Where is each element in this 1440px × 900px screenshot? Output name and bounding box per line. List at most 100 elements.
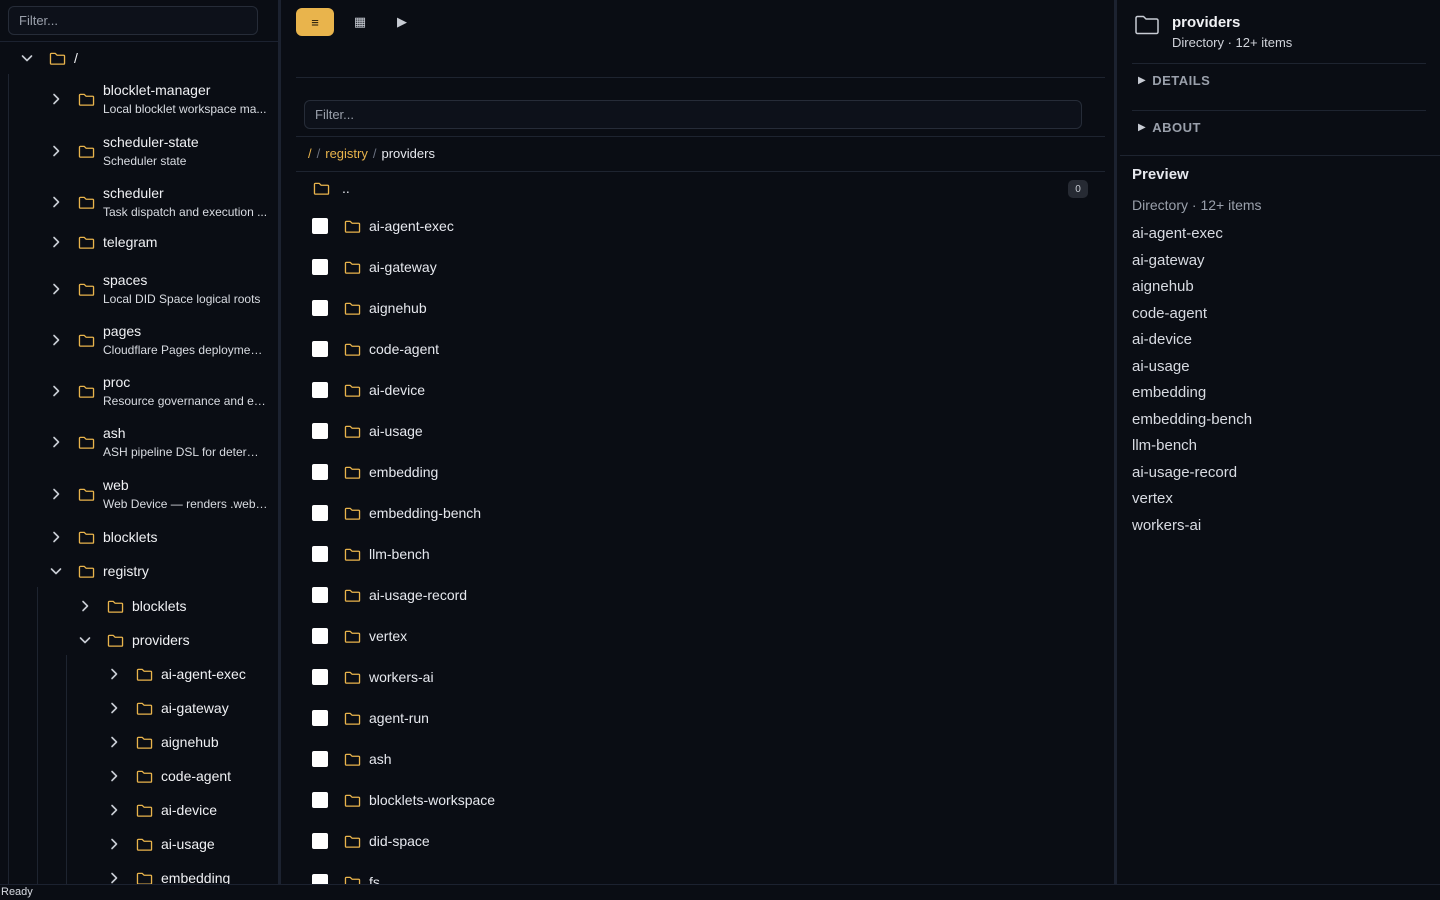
tree-item-pages[interactable]: pages Cloudflare Pages deployment... [49, 323, 278, 357]
preview-item[interactable]: ai-usage-record [1132, 463, 1252, 490]
chevron-right-icon[interactable] [78, 599, 92, 613]
file-row[interactable]: vertex [312, 626, 407, 646]
tree-item-blocklets[interactable]: blocklets [49, 529, 278, 545]
preview-item[interactable]: ai-agent-exec [1132, 224, 1252, 251]
row-checkbox[interactable] [312, 464, 328, 480]
preview-item[interactable]: code-agent [1132, 304, 1252, 331]
row-checkbox[interactable] [312, 218, 328, 234]
chevron-right-icon[interactable] [49, 530, 63, 544]
file-row[interactable]: embedding [312, 462, 438, 482]
preview-item[interactable]: embedding-bench [1132, 410, 1252, 437]
tree-item-registry-blocklets[interactable]: blocklets [78, 598, 278, 614]
file-row[interactable]: ai-device [312, 380, 425, 400]
file-row[interactable]: code-agent [312, 339, 439, 359]
chevron-right-icon[interactable] [107, 871, 121, 884]
row-checkbox[interactable] [312, 587, 328, 603]
file-row[interactable]: ai-gateway [312, 257, 437, 277]
details-section-toggle[interactable]: ▶ DETAILS [1138, 73, 1210, 88]
file-row[interactable]: fs [312, 872, 380, 884]
breadcrumb-registry[interactable]: registry [325, 146, 368, 161]
row-checkbox[interactable] [312, 546, 328, 562]
file-row[interactable]: embedding-bench [312, 503, 481, 523]
row-checkbox[interactable] [312, 341, 328, 357]
file-row[interactable]: ai-agent-exec [312, 216, 454, 236]
row-checkbox[interactable] [312, 505, 328, 521]
chevron-right-icon[interactable] [107, 837, 121, 851]
file-row[interactable]: ai-usage-record [312, 585, 467, 605]
row-checkbox[interactable] [312, 382, 328, 398]
tree-item-ash[interactable]: ash ASH pipeline DSL for determi... [49, 425, 278, 459]
tree-item-scheduler[interactable]: scheduler Task dispatch and execution ... [49, 185, 278, 219]
tree-item-provider-ai-device[interactable]: ai-device [107, 802, 278, 818]
tree-item-root[interactable]: / [20, 50, 278, 66]
chevron-right-icon[interactable] [107, 769, 121, 783]
sidebar-filter-input[interactable] [8, 6, 258, 35]
row-checkbox[interactable] [312, 833, 328, 849]
chevron-right-icon[interactable] [49, 195, 63, 209]
row-checkbox[interactable] [312, 259, 328, 275]
chevron-right-icon[interactable] [107, 803, 121, 817]
tree-item-proc[interactable]: proc Resource governance and ex... [49, 374, 278, 408]
tree-item-provider-ai-agent-exec[interactable]: ai-agent-exec [107, 666, 278, 682]
row-checkbox[interactable] [312, 751, 328, 767]
tree-item-provider-embedding[interactable]: embedding [107, 870, 278, 884]
chevron-down-icon[interactable] [20, 51, 34, 65]
file-row[interactable]: workers-ai [312, 667, 434, 687]
tree-item-provider-code-agent[interactable]: code-agent [107, 768, 278, 784]
preview-item[interactable]: ai-device [1132, 330, 1252, 357]
preview-item[interactable]: ai-usage [1132, 357, 1252, 384]
chevron-right-icon[interactable] [49, 435, 63, 449]
row-checkbox[interactable] [312, 300, 328, 316]
tree-item-registry-providers[interactable]: providers [78, 632, 278, 648]
breadcrumb-root[interactable]: / [308, 146, 312, 161]
row-checkbox[interactable] [312, 874, 328, 884]
parent-dir-row[interactable]: .. [312, 180, 350, 196]
file-row[interactable]: ash [312, 749, 392, 769]
chevron-right-icon[interactable] [49, 144, 63, 158]
preview-item[interactable]: vertex [1132, 489, 1252, 516]
chevron-right-icon[interactable] [107, 701, 121, 715]
tree-item-scheduler-state[interactable]: scheduler-state Scheduler state [49, 134, 278, 168]
tree-item-provider-ai-usage[interactable]: ai-usage [107, 836, 278, 852]
tree-item-web[interactable]: web Web Device — renders .web/... [49, 477, 278, 511]
tree-item-provider-aignehub[interactable]: aignehub [107, 734, 278, 750]
file-row[interactable]: aignehub [312, 298, 427, 318]
row-checkbox[interactable] [312, 710, 328, 726]
file-row[interactable]: blocklets-workspace [312, 790, 495, 810]
main-filter-input[interactable] [304, 100, 1082, 129]
preview-item[interactable]: ai-gateway [1132, 251, 1252, 278]
chevron-down-icon[interactable] [78, 633, 92, 647]
file-row[interactable]: llm-bench [312, 544, 430, 564]
play-button[interactable]: ▶ [386, 8, 418, 36]
tree-item-text: ai-gateway [161, 700, 229, 716]
preview-item[interactable]: aignehub [1132, 277, 1252, 304]
chevron-right-icon[interactable] [107, 667, 121, 681]
preview-item[interactable]: llm-bench [1132, 436, 1252, 463]
tree-item-provider-ai-gateway[interactable]: ai-gateway [107, 700, 278, 716]
grid-view-button[interactable]: ▦ [344, 8, 376, 36]
chevron-right-icon[interactable] [49, 384, 63, 398]
folder-icon [343, 874, 361, 884]
file-row[interactable]: ai-usage [312, 421, 423, 441]
tree-item-spaces[interactable]: spaces Local DID Space logical roots [49, 272, 278, 306]
chevron-right-icon[interactable] [107, 735, 121, 749]
file-row[interactable]: agent-run [312, 708, 429, 728]
preview-item[interactable]: embedding [1132, 383, 1252, 410]
chevron-down-icon[interactable] [49, 564, 63, 578]
list-view-button[interactable]: ≡ [296, 8, 334, 36]
file-row[interactable]: did-space [312, 831, 430, 851]
row-checkbox[interactable] [312, 628, 328, 644]
tree-item-telegram[interactable]: telegram [49, 234, 278, 250]
row-checkbox[interactable] [312, 423, 328, 439]
chevron-right-icon[interactable] [49, 333, 63, 347]
row-checkbox[interactable] [312, 792, 328, 808]
chevron-right-icon[interactable] [49, 92, 63, 106]
preview-item[interactable]: workers-ai [1132, 516, 1252, 543]
tree-item-blocklet-manager[interactable]: blocklet-manager Local blocklet workspace… [49, 82, 278, 116]
about-section-toggle[interactable]: ▶ ABOUT [1138, 120, 1201, 135]
chevron-right-icon[interactable] [49, 235, 63, 249]
row-checkbox[interactable] [312, 669, 328, 685]
chevron-right-icon[interactable] [49, 282, 63, 296]
chevron-right-icon[interactable] [49, 487, 63, 501]
tree-item-registry[interactable]: registry [49, 563, 278, 579]
